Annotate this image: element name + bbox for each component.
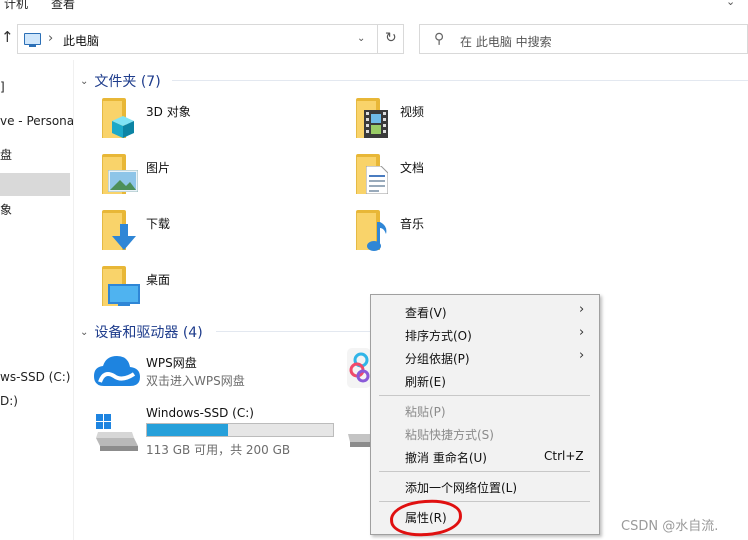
- drive-icon[interactable]: [348, 426, 372, 450]
- folder-label: 视频: [400, 105, 425, 119]
- ribbon-expand-icon[interactable]: ⌄: [726, 0, 735, 8]
- search-icon: ⚲: [434, 31, 445, 47]
- watermark: CSDN @水自流.: [621, 519, 719, 534]
- folder-label: 下载: [146, 217, 171, 231]
- search-placeholder: 在 此电脑 中搜索: [460, 35, 552, 49]
- wps-drive-subtitle: 双击进入WPS网盘: [146, 374, 245, 388]
- wps-drive-name: WPS网盘: [146, 356, 197, 370]
- 3d-objects-icon: [98, 98, 138, 142]
- menu-item-label: 排序方式(O): [405, 329, 472, 343]
- submenu-arrow-icon: ›: [579, 302, 585, 317]
- breadcrumb-chevron-icon[interactable]: ›: [48, 31, 53, 46]
- folder-label: 音乐: [400, 217, 425, 231]
- folder-3d-objects[interactable]: 3D 对象: [98, 98, 328, 148]
- menu-item-shortcut: Ctrl+Z: [544, 449, 584, 463]
- refresh-icon[interactable]: ↻: [385, 30, 397, 46]
- folder-documents[interactable]: 文档: [352, 154, 582, 204]
- documents-icon: [352, 154, 392, 198]
- ribbon-tab-view[interactable]: 查看: [51, 0, 75, 12]
- menu-item-label: 刷新(E): [405, 375, 446, 389]
- group-divider: [172, 80, 748, 81]
- navigation-pane: ] ve - Persona 盘 象 ws-SSD (C:) D:): [0, 60, 74, 540]
- group-divider: [216, 331, 370, 332]
- folder-label: 桌面: [146, 273, 171, 287]
- windows-drive-icon: [96, 414, 138, 451]
- collapse-caret-icon[interactable]: ⌄: [80, 327, 88, 338]
- folder-label: 图片: [146, 161, 171, 175]
- menu-item-label: 查看(V): [405, 306, 447, 320]
- nav-item-4[interactable]: 象: [0, 201, 73, 218]
- c-drive[interactable]: Windows-SSD (C:) 113 GB 可用，共 200 GB: [94, 404, 344, 457]
- folder-music[interactable]: 音乐: [352, 210, 582, 260]
- collapse-caret-icon[interactable]: ⌄: [80, 76, 88, 87]
- menu-item-add-network-location[interactable]: 添加一个网络位置(L): [371, 475, 599, 497]
- c-drive-free-space: 113 GB 可用，共 200 GB: [146, 443, 291, 457]
- nav-item-onedrive[interactable]: ve - Persona: [0, 114, 73, 128]
- breadcrumb-this-pc[interactable]: 此电脑: [63, 32, 99, 49]
- menu-item-sort-by[interactable]: 排序方式(O) ›: [371, 323, 599, 345]
- nav-item-3[interactable]: 盘: [0, 146, 73, 163]
- folders-group-title: 文件夹 (7): [94, 74, 161, 90]
- submenu-arrow-icon: ›: [579, 348, 585, 363]
- menu-item-paste-shortcut[interactable]: 粘贴快捷方式(S): [371, 422, 599, 444]
- menu-item-label: 添加一个网络位置(L): [405, 481, 518, 495]
- c-drive-usage-fill: [147, 424, 228, 436]
- menu-separator: [379, 395, 590, 396]
- cloud-icon: [94, 356, 140, 386]
- ribbon-tabs: 计机 查看 ⌄: [0, 0, 748, 14]
- menu-item-undo-rename[interactable]: 撤消 重命名(U) Ctrl+Z: [371, 445, 599, 467]
- menu-item-group-by[interactable]: 分组依据(P) ›: [371, 346, 599, 368]
- folder-desktop[interactable]: 桌面: [98, 266, 328, 316]
- address-divider: [377, 25, 378, 53]
- up-arrow-icon[interactable]: ↑: [1, 28, 14, 46]
- nav-item-c-drive[interactable]: ws-SSD (C:): [0, 370, 73, 384]
- menu-item-label: 撤消 重命名(U): [405, 451, 487, 465]
- pictures-icon: [98, 154, 138, 198]
- menu-item-label: 粘贴快捷方式(S): [405, 428, 494, 442]
- address-dropdown-icon[interactable]: ⌄: [357, 33, 365, 44]
- nav-item-1[interactable]: ]: [0, 80, 73, 94]
- menu-item-paste[interactable]: 粘贴(P): [371, 399, 599, 421]
- app-drive-icon[interactable]: [347, 348, 371, 388]
- folder-pictures[interactable]: 图片: [98, 154, 328, 204]
- drives-group-title: 设备和驱动器 (4): [94, 325, 203, 341]
- context-menu: 查看(V) › 排序方式(O) › 分组依据(P) › 刷新(E) 粘贴(P) …: [370, 294, 600, 535]
- folders-group-header[interactable]: ⌄ 文件夹 (7): [80, 71, 161, 91]
- search-input[interactable]: ⚲ 在 此电脑 中搜索: [419, 24, 748, 54]
- folder-label: 文档: [400, 161, 425, 175]
- menu-item-view[interactable]: 查看(V) ›: [371, 300, 599, 322]
- drives-group-header[interactable]: ⌄ 设备和驱动器 (4): [80, 322, 203, 342]
- wps-cloud-drive[interactable]: WPS网盘 双击进入WPS网盘: [94, 352, 344, 402]
- folder-label: 3D 对象: [146, 105, 191, 119]
- address-row: ↑ › 此电脑 ⌄ ↻ ⚲ 在 此电脑 中搜索: [0, 22, 748, 56]
- ribbon-tab-computer[interactable]: 计机: [4, 0, 28, 12]
- menu-separator: [379, 471, 590, 472]
- address-bar[interactable]: › 此电脑 ⌄ ↻: [17, 24, 404, 54]
- videos-icon: [352, 98, 392, 142]
- submenu-arrow-icon: ›: [579, 325, 585, 340]
- this-pc-icon: [24, 33, 41, 47]
- c-drive-name: Windows-SSD (C:): [146, 406, 254, 420]
- menu-item-refresh[interactable]: 刷新(E): [371, 369, 599, 391]
- nav-item-d-drive[interactable]: D:): [0, 394, 73, 408]
- music-icon: [352, 210, 392, 254]
- menu-item-label: 粘贴(P): [405, 405, 446, 419]
- downloads-icon: [98, 210, 138, 254]
- nav-item-selected[interactable]: [0, 173, 70, 196]
- menu-item-label: 分组依据(P): [405, 352, 470, 366]
- c-drive-usage-bar: [146, 423, 334, 437]
- desktop-icon: [98, 266, 140, 310]
- folder-downloads[interactable]: 下载: [98, 210, 328, 260]
- folder-videos[interactable]: 视频: [352, 98, 582, 148]
